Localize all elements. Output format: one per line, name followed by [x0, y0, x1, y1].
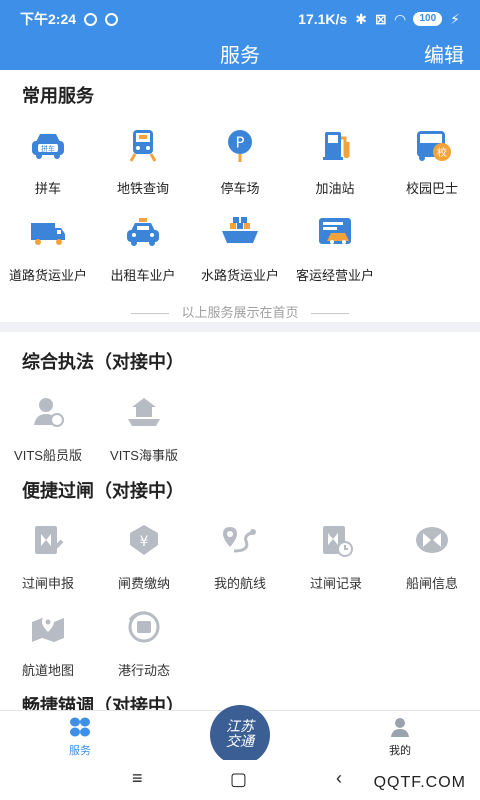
fee-payment-icon: ¥ [124, 523, 164, 559]
nav-mine-label: 我的 [389, 745, 411, 757]
maritime-icon [124, 395, 164, 431]
battery-icon: 100 [413, 12, 443, 26]
divider [310, 313, 349, 315]
bluetooth-icon: ✱ [355, 10, 367, 27]
service-vits-crew[interactable]: VITS船员版 [0, 395, 96, 475]
service-label: VITS海事版 [110, 448, 178, 463]
lock-info-icon [412, 523, 452, 559]
lock-apply-icon [28, 523, 68, 559]
divider [131, 313, 170, 315]
system-nav-bar: ≡ ▢ ‹ QQTF.COM [0, 760, 480, 800]
service-lock-apply[interactable]: 过闸申报 [0, 523, 96, 603]
app-header: 服务 编辑 [0, 38, 480, 70]
gas-station-icon [315, 128, 355, 164]
service-grid-icon [70, 717, 90, 737]
network-speed: 17.1K/s [298, 11, 348, 27]
service-vits-maritime[interactable]: VITS海事版 [96, 395, 192, 475]
notification-icon [84, 12, 98, 26]
svg-text:校: 校 [437, 146, 447, 159]
logo-text-bottom: 交通 [226, 734, 254, 750]
service-label: 船闸信息 [405, 576, 458, 591]
section-separator [0, 322, 480, 332]
charging-icon: ⚡ [450, 10, 460, 27]
service-my-route[interactable]: 我的航线 [192, 523, 288, 603]
service-label: 客运经营业户 [295, 268, 374, 283]
menu-icon[interactable]: ≡ [132, 768, 143, 789]
parking-icon: P [220, 128, 260, 164]
homepage-note-text: 以上服务展示在首页 [181, 305, 299, 320]
wifi-icon: ◠ [394, 10, 406, 27]
status-bar: 下午2:24 17.1K/s ✱ ⊠ ◠ 100 ⚡ [0, 0, 480, 38]
service-road-freight[interactable]: 道路货运业户 [0, 215, 96, 295]
back-icon[interactable]: ‹ [336, 768, 342, 789]
service-waterway-map[interactable]: 航道地图 [0, 610, 96, 690]
port-news-icon [124, 610, 164, 646]
service-label: 校园巴士 [405, 181, 458, 196]
service-gas-station[interactable]: 加油站 [287, 128, 383, 208]
service-taxi[interactable]: 出租车业户 [95, 215, 191, 295]
service-passenger-transport[interactable]: 客运经营业户 [287, 215, 383, 295]
sync-icon [105, 12, 119, 26]
carpool-icon: 拼车 [28, 128, 68, 164]
svg-text:拼车: 拼车 [41, 144, 55, 153]
watermark: QQTF.COM [373, 774, 466, 791]
passenger-transport-icon [315, 215, 355, 251]
waterway-map-icon [28, 610, 68, 646]
nav-mine[interactable]: 我的 [360, 717, 440, 758]
svg-text:P: P [235, 134, 244, 152]
home-icon[interactable]: ▢ [230, 769, 247, 790]
section-title-lock: 便捷过闸（对接中） [22, 481, 184, 501]
lock-record-icon [316, 523, 356, 559]
page-title: 服务 [220, 45, 260, 67]
service-metro[interactable]: 地铁查询 [95, 128, 191, 208]
service-water-freight[interactable]: 水路货运业户 [192, 215, 288, 295]
service-school-bus[interactable]: 校 校园巴士 [384, 128, 480, 208]
service-lock-record[interactable]: 过闸记录 [288, 523, 384, 603]
service-carpool[interactable]: 拼车 拼车 [0, 128, 96, 208]
service-lock-info[interactable]: 船闸信息 [384, 523, 480, 603]
svg-text:¥: ¥ [140, 534, 149, 550]
truck-icon [28, 215, 68, 251]
taxi-icon [123, 215, 163, 251]
crew-icon [28, 395, 68, 431]
nav-service[interactable]: 服务 [40, 717, 120, 758]
section-title-law: 综合执法（对接中） [22, 352, 184, 372]
logo-text-top: 江苏 [226, 719, 254, 735]
sim-icon: ⊠ [374, 10, 387, 27]
route-icon [220, 523, 260, 559]
homepage-note: 以上服务展示在首页 [0, 302, 480, 321]
section-title-common: 常用服务 [22, 86, 94, 106]
edit-button[interactable]: 编辑 [424, 39, 464, 68]
service-fee-payment[interactable]: ¥ 闸费缴纳 [96, 523, 192, 603]
nav-service-label: 服务 [69, 745, 91, 757]
jiangsu-transport-logo[interactable]: 江苏 交通 [210, 705, 270, 765]
metro-icon [123, 128, 163, 164]
service-parking[interactable]: P 停车场 [192, 128, 288, 208]
status-time: 下午2:24 [20, 11, 77, 27]
user-icon [391, 718, 409, 737]
bottom-nav: 服务 江苏 交通 我的 [0, 705, 480, 765]
school-bus-icon: 校 [412, 128, 452, 164]
ship-icon [220, 215, 260, 251]
service-label: 港行动态 [117, 663, 170, 678]
service-port-news[interactable]: 港行动态 [96, 610, 192, 690]
